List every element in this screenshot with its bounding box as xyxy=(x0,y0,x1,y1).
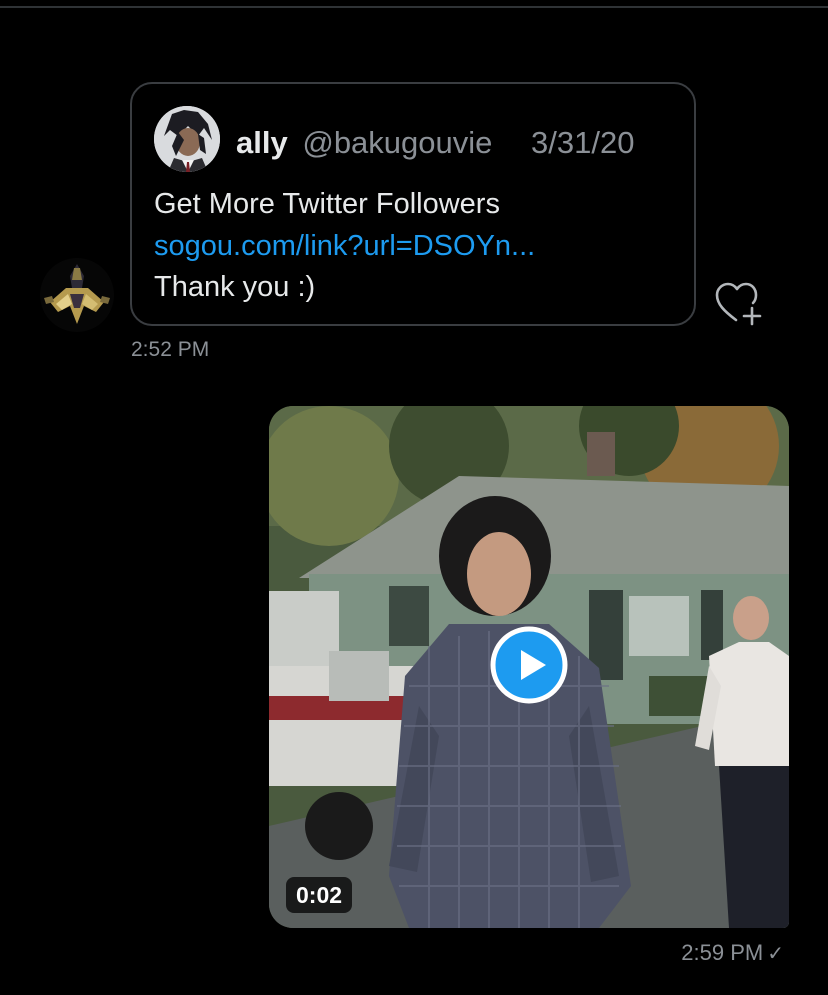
play-button[interactable] xyxy=(490,626,568,704)
outgoing-timestamp: 2:59 PM xyxy=(681,940,764,965)
add-reaction-button[interactable] xyxy=(714,282,766,326)
quoted-tweet-line: Get More Twitter Followers xyxy=(154,188,500,220)
quoted-tweet-date: 3/31/20 xyxy=(531,125,635,160)
quoted-author-handle[interactable]: @bakugouvie xyxy=(302,125,492,160)
quoted-author-name[interactable]: ally xyxy=(236,125,288,160)
dm-conversation: ally @bakugouvie 3/31/20 Get More Twitte… xyxy=(0,0,828,995)
video-message[interactable]: 0:02 xyxy=(269,406,789,928)
quoted-tweet-line: Thank you :) xyxy=(154,271,316,303)
heart-plus-icon xyxy=(715,282,762,326)
header-divider xyxy=(0,6,828,8)
checkmark-icon: ✓ xyxy=(767,943,784,965)
quoted-tweet-link[interactable]: sogou.com/link?url=DSOYn... xyxy=(154,226,674,268)
video-duration: 0:02 xyxy=(286,877,353,913)
quoted-tweet-card[interactable]: ally @bakugouvie 3/31/20 Get More Twitte… xyxy=(130,82,696,326)
play-icon xyxy=(490,626,568,704)
outgoing-meta: 2:59 PM ✓ xyxy=(681,940,784,966)
quoted-author-avatar xyxy=(154,106,220,172)
incoming-timestamp: 2:52 PM xyxy=(131,338,210,361)
quoted-tweet-header: ally @bakugouvie 3/31/20 xyxy=(236,124,634,162)
sender-avatar[interactable] xyxy=(40,258,114,332)
quoted-tweet-text: Get More Twitter Followers sogou.com/lin… xyxy=(154,184,674,309)
